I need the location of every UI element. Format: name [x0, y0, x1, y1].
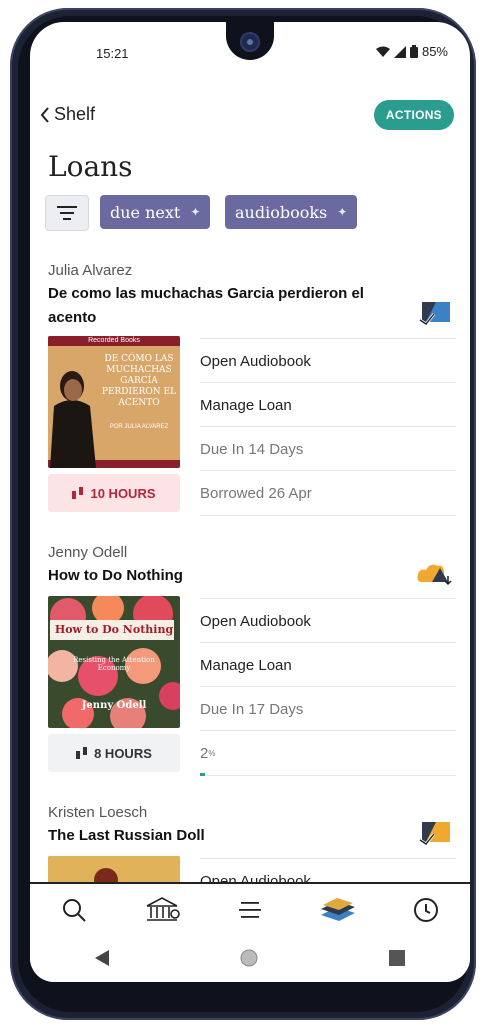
menu-icon — [239, 902, 261, 918]
progress-bar — [200, 773, 206, 776]
headphones-icon — [76, 747, 88, 759]
battery-icon — [409, 45, 418, 58]
nav-shelf[interactable] — [318, 890, 358, 930]
progress-label: 2 — [200, 744, 209, 762]
cover-art — [48, 856, 180, 884]
back-to-shelf-button[interactable]: Shelf — [40, 104, 95, 125]
cover-publisher: Recorded Books — [88, 337, 140, 344]
book-cover[interactable]: Recorded Books DE CÓMO LAS MUCHACHAS GAR… — [48, 336, 180, 468]
cloud-download-icon — [417, 564, 452, 586]
due-date-label: Due In 17 Days — [200, 686, 456, 731]
library-icon — [146, 897, 180, 921]
search-icon — [63, 899, 86, 922]
actions-button[interactable]: ACTIONS — [373, 100, 454, 130]
progress-row: 2% — [200, 730, 456, 776]
borrowed-date-label: Borrowed 26 Apr — [200, 470, 456, 516]
book-cover[interactable]: How to Do Nothing Resisting the Attentio… — [48, 596, 180, 728]
back-label: Shelf — [54, 104, 96, 124]
loan-title[interactable]: The Last Russian Doll — [48, 824, 368, 848]
loan-title[interactable]: How to Do Nothing — [48, 564, 368, 588]
manage-loan-link[interactable]: Manage Loan — [200, 642, 456, 687]
status-time: 15:21 — [96, 46, 129, 61]
page-title: Loans — [48, 150, 133, 183]
progress-unit: % — [208, 748, 216, 758]
chip-label: audiobooks — [235, 202, 328, 222]
manage-loan-link[interactable]: Manage Loan — [200, 382, 456, 427]
loan-author: Kristen Loesch — [48, 804, 148, 821]
nav-library[interactable] — [142, 890, 182, 930]
camera-icon — [240, 32, 260, 52]
system-nav-bar — [30, 934, 470, 982]
returned-status-icon — [419, 822, 450, 846]
duration-label: 10 HOURS — [90, 485, 156, 501]
app-screen: 15:21 85% Shelf ACTIONS Loans due next ✦… — [30, 22, 470, 982]
duration-label: 8 HOURS — [94, 745, 152, 761]
loan-title[interactable]: De como las muchachas Garcia perdieron e… — [48, 282, 368, 330]
headphones-icon — [72, 487, 84, 499]
recents-square-icon[interactable] — [388, 950, 405, 966]
status-icons: 85% — [375, 44, 448, 59]
cover-author: Jenny Odell — [81, 700, 147, 711]
signal-icon — [393, 45, 406, 58]
chip-audiobooks[interactable]: audiobooks ✦ — [225, 195, 358, 229]
filter-icon — [57, 206, 77, 220]
nav-history[interactable] — [406, 890, 446, 930]
pin-icon: ✦ — [190, 205, 201, 219]
cover-title: How to Do Nothing — [54, 623, 174, 636]
cover-author: POR JULIA ALVAREZ — [109, 424, 169, 430]
duration-badge: 8 HOURS — [48, 734, 180, 772]
battery-percent: 85% — [421, 44, 448, 59]
pin-icon: ✦ — [337, 205, 348, 219]
duration-badge: 10 HOURS — [48, 474, 180, 512]
loan-author: Jenny Odell — [48, 544, 128, 561]
returned-status-icon — [419, 302, 450, 326]
clock-icon — [414, 898, 438, 922]
due-date-label: Due In 14 Days — [200, 426, 456, 471]
bottom-nav — [30, 882, 470, 936]
nav-search[interactable] — [54, 890, 94, 930]
chip-due-next[interactable]: due next ✦ — [100, 195, 211, 229]
loan-author: Julia Alvarez — [48, 262, 133, 279]
open-audiobook-link[interactable]: Open Audiobook — [200, 598, 456, 643]
chevron-left-icon — [40, 106, 49, 123]
cover-subtitle: Resisting the Attention Economy — [73, 656, 155, 672]
wifi-icon — [375, 46, 390, 57]
chip-label: due next — [110, 202, 181, 222]
book-cover[interactable] — [48, 856, 180, 884]
open-audiobook-link[interactable]: Open Audiobook — [200, 338, 456, 383]
home-circle-icon[interactable] — [240, 949, 258, 967]
filter-button[interactable] — [45, 195, 89, 231]
back-triangle-icon[interactable] — [95, 950, 110, 966]
cover-title: DE CÓMO LAS MUCHACHAS GARCÍA PERDIERON E… — [101, 354, 177, 408]
camera-notch — [226, 22, 274, 60]
books-stack-icon — [321, 898, 355, 921]
nav-menu[interactable] — [230, 890, 270, 930]
